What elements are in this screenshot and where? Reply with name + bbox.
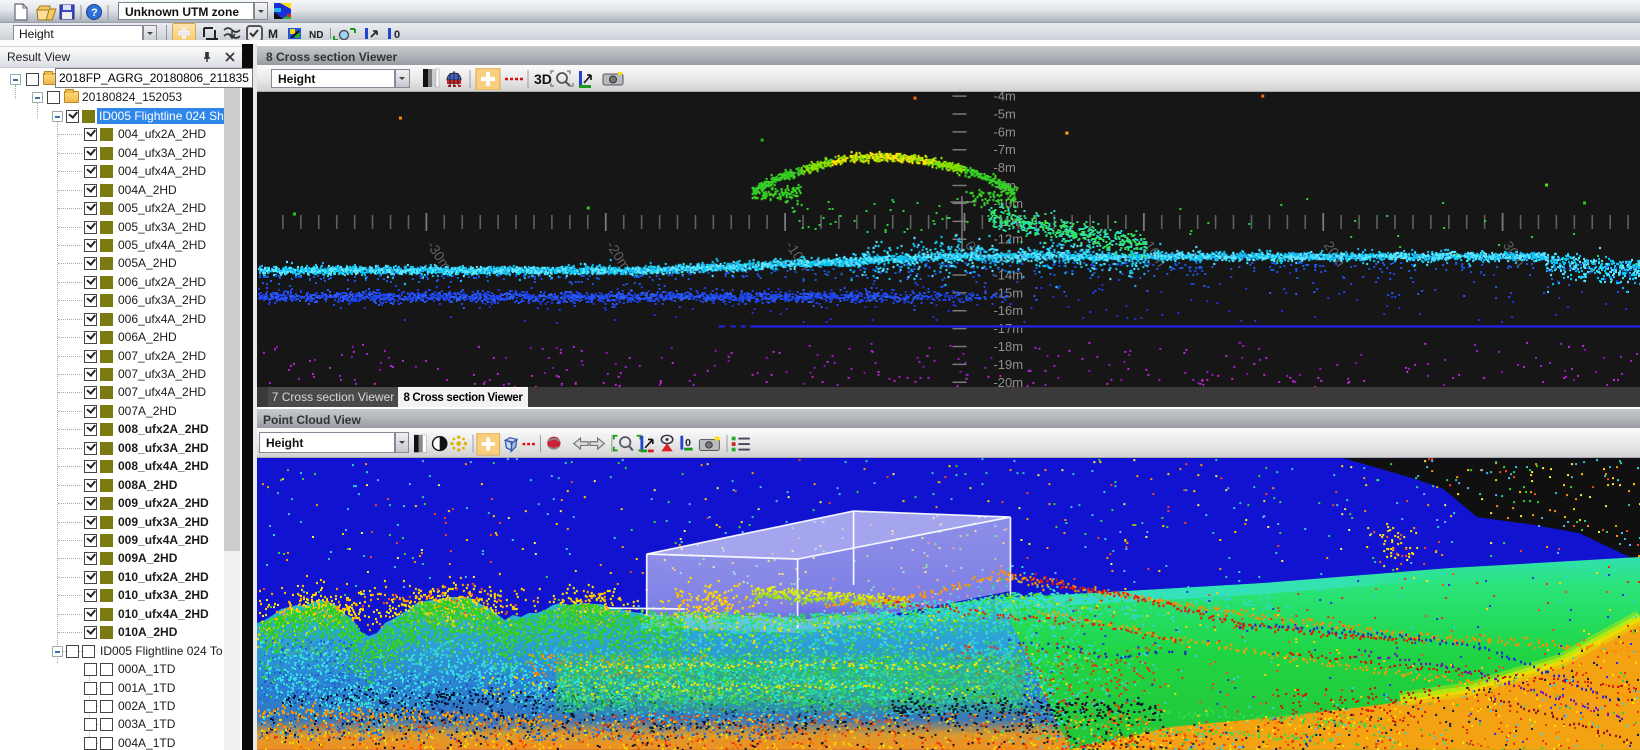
svg-text:0: 0	[685, 438, 691, 449]
svg-text:-15m: -15m	[993, 285, 1023, 300]
svg-text:-19m: -19m	[993, 357, 1023, 372]
svg-text:-12m: -12m	[993, 232, 1023, 247]
svg-text:3D: 3D	[534, 71, 552, 87]
svg-text:-18m: -18m	[993, 339, 1023, 354]
svg-text:-17m: -17m	[993, 321, 1023, 336]
svg-text:-20m: -20m	[993, 375, 1023, 387]
svg-text:-16m: -16m	[993, 303, 1023, 318]
svg-text:-4m: -4m	[993, 92, 1015, 104]
svg-text:-10m: -10m	[783, 238, 814, 273]
svg-text:-7m: -7m	[993, 142, 1015, 157]
svg-text:-6m: -6m	[993, 124, 1015, 139]
svg-text:-5m: -5m	[993, 106, 1015, 121]
svg-text:M: M	[268, 27, 278, 41]
svg-text:?: ?	[91, 7, 98, 19]
svg-text:-8m: -8m	[993, 160, 1015, 175]
